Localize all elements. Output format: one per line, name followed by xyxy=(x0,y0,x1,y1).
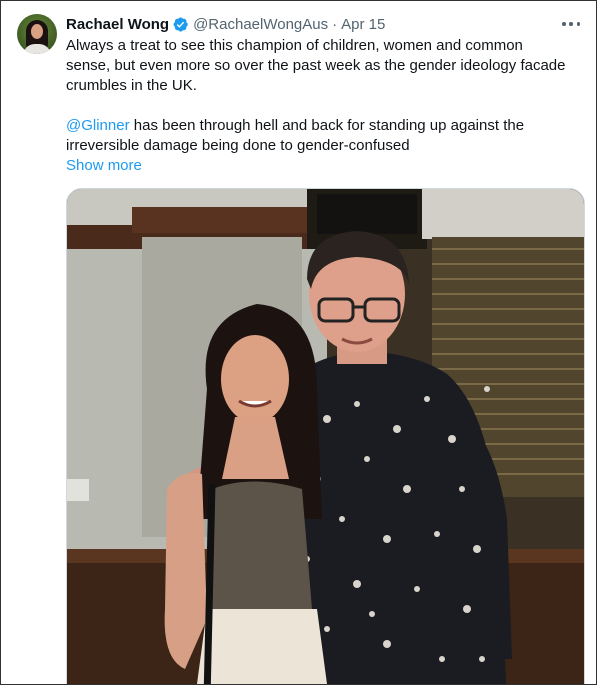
tweet-card[interactable]: Rachael Wong @RachaelWongAus · Apr 15 Al… xyxy=(0,0,597,685)
separator-dot: · xyxy=(332,15,338,33)
author-avatar[interactable] xyxy=(17,14,57,54)
show-more-link[interactable]: Show more xyxy=(66,156,142,176)
tweet-paragraph-2: @Glinner has been through hell and back … xyxy=(66,116,566,156)
verified-badge-icon xyxy=(173,16,188,32)
mention-link[interactable]: @Glinner xyxy=(66,117,130,134)
tweet-text: Always a treat to see this champion of c… xyxy=(66,36,566,156)
tweet-photo[interactable] xyxy=(66,188,585,684)
author-name[interactable]: Rachael Wong xyxy=(66,16,169,33)
photo-illustration xyxy=(67,189,584,684)
tweet-header: Rachael Wong @RachaelWongAus · Apr 15 xyxy=(66,14,385,34)
tweet-date[interactable]: Apr 15 xyxy=(341,16,385,33)
tweet-paragraph-2-text: has been through hell and back for stand… xyxy=(66,117,525,154)
tweet-paragraph-1: Always a treat to see this champion of c… xyxy=(66,37,566,94)
more-options-icon[interactable] xyxy=(562,15,580,33)
author-handle[interactable]: @RachaelWongAus xyxy=(193,16,328,33)
